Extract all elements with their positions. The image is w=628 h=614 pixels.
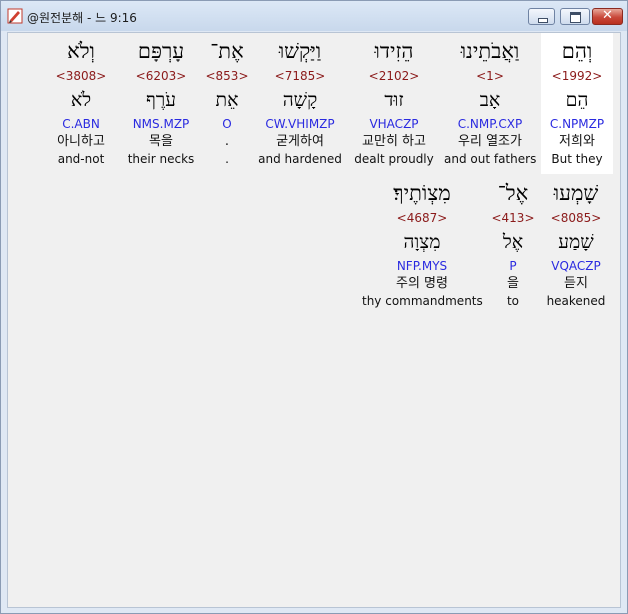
strong-number[interactable]: <3808>: [50, 68, 112, 84]
korean-gloss: 아니하고: [57, 134, 105, 149]
korean-gloss: 듣지: [564, 276, 588, 291]
lemma: עֹרֶף: [146, 89, 176, 111]
korean-gloss: 을: [507, 276, 519, 291]
strong-number[interactable]: <853>: [202, 68, 252, 84]
strong-number[interactable]: <1992>: [541, 68, 613, 84]
strong-number[interactable]: <6203>: [124, 68, 198, 84]
english-gloss: their necks: [127, 152, 195, 166]
word-column[interactable]: וְלֹא <3808> לֹא C.ABN 아니하고 and-not: [50, 36, 112, 168]
morphology-code: C.NPMZP: [549, 117, 605, 131]
morphology-code: O: [222, 117, 232, 131]
hebrew-word: מִצְוֹתֶיךָ׃: [393, 181, 451, 205]
strong-number[interactable]: <413>: [488, 210, 538, 226]
korean-gloss: 굳게하여: [276, 134, 324, 149]
strong-number[interactable]: <8085>: [544, 210, 608, 226]
english-gloss: .: [225, 152, 229, 166]
lemma: אֶל: [502, 231, 524, 253]
word-column[interactable]: הֵזִידוּ <2102> זוּד VHACZP 교만히 하고 dealt…: [350, 36, 438, 168]
hebrew-word: עָרְפָּם: [137, 39, 185, 63]
word-column-selected[interactable]: וְהֵם <1992> הֵם C.NPMZP 저희와 But they: [541, 33, 613, 174]
hebrew-word: הֵזִידוּ: [374, 39, 414, 63]
window-title: @원전분해 - 느 9:16: [27, 11, 137, 25]
strong-number[interactable]: <7185>: [258, 68, 342, 84]
word-column[interactable]: וַאֲבֹתֵינוּ <1> אָב C.NMP.CXP 우리 열조가 an…: [444, 36, 536, 168]
korean-gloss: 교만히 하고: [362, 134, 426, 149]
word-column[interactable]: וַיַּקְשׁוּ <7185> קָשָׁה CW.VHIMZP 굳게하여…: [258, 36, 342, 168]
hebrew-word: וַאֲבֹתֵינוּ: [460, 39, 520, 63]
title-bar[interactable]: @원전분해 - 느 9:16 ✕: [1, 1, 627, 31]
english-gloss: and-not: [57, 152, 105, 166]
morphology-code: VQACZP: [551, 259, 601, 273]
morphology-code: NMS.MZP: [132, 117, 190, 131]
word-analysis-panel: וְלֹא <3808> לֹא C.ABN 아니하고 and-not עָרְ…: [7, 32, 621, 608]
english-gloss: But they: [551, 152, 603, 166]
hebrew-word: וַיַּקְשׁוּ: [278, 39, 322, 63]
minimize-button[interactable]: [528, 8, 555, 25]
english-gloss: heakened: [546, 294, 606, 308]
english-gloss: thy commandments: [362, 294, 483, 308]
word-column[interactable]: אֶת־ <853> אֵת O . .: [202, 36, 252, 168]
korean-gloss: 주의 명령: [396, 276, 448, 291]
hebrew-word: אֶת־: [210, 39, 244, 63]
hebrew-word: וְלֹא: [67, 39, 95, 63]
close-icon: ✕: [602, 8, 613, 23]
lemma: שָׁמַע: [558, 231, 594, 253]
korean-gloss: 목을: [149, 134, 173, 149]
morphology-code: CW.VHIMZP: [265, 117, 335, 131]
word-column[interactable]: מִצְוֹתֶיךָ׃ <4687> מִצְוָה NFP.MYS 주의 명…: [362, 178, 483, 310]
strong-number[interactable]: <2102>: [350, 68, 438, 84]
english-gloss: and out fathers: [444, 152, 537, 166]
word-column[interactable]: אֶל־ <413> אֶל P 을 to: [488, 178, 538, 310]
lemma: מִצְוָה: [403, 231, 441, 253]
app-window: @원전분해 - 느 9:16 ✕ וְלֹא <3808> לֹא C.ABN …: [0, 0, 628, 614]
lemma: אָב: [479, 89, 501, 111]
maximize-button[interactable]: [560, 8, 590, 25]
morphology-code: C.ABN: [62, 117, 100, 131]
hebrew-word: שָׁמְעוּ: [553, 181, 599, 205]
hebrew-word: וְהֵם: [561, 39, 593, 63]
app-icon: [7, 8, 23, 24]
lemma: לֹא: [70, 89, 92, 111]
lemma: הֵם: [565, 89, 589, 111]
korean-gloss: .: [224, 134, 230, 149]
morphology-code: C.NMP.CXP: [457, 117, 523, 131]
hebrew-word: אֶל־: [497, 181, 529, 205]
english-gloss: to: [506, 294, 520, 308]
lemma: אֵת: [215, 89, 239, 111]
lemma: זוּד: [384, 89, 404, 111]
morphology-code: VHACZP: [369, 117, 419, 131]
strong-number[interactable]: <1>: [444, 68, 536, 84]
lemma: קָשָׁה: [282, 89, 318, 111]
english-gloss: dealt proudly: [354, 152, 434, 166]
morphology-code: P: [509, 259, 517, 273]
morphology-code: NFP.MYS: [396, 259, 448, 273]
korean-gloss: 저희와: [559, 134, 595, 149]
korean-gloss: 우리 열조가: [458, 134, 522, 149]
english-gloss: and hardened: [258, 152, 342, 166]
close-button[interactable]: ✕: [592, 8, 623, 25]
word-column[interactable]: עָרְפָּם <6203> עֹרֶף NMS.MZP 목을 their n…: [124, 36, 198, 168]
word-column[interactable]: שָׁמְעוּ <8085> שָׁמַע VQACZP 듣지 heakene…: [544, 178, 608, 310]
strong-number[interactable]: <4687>: [362, 210, 482, 226]
